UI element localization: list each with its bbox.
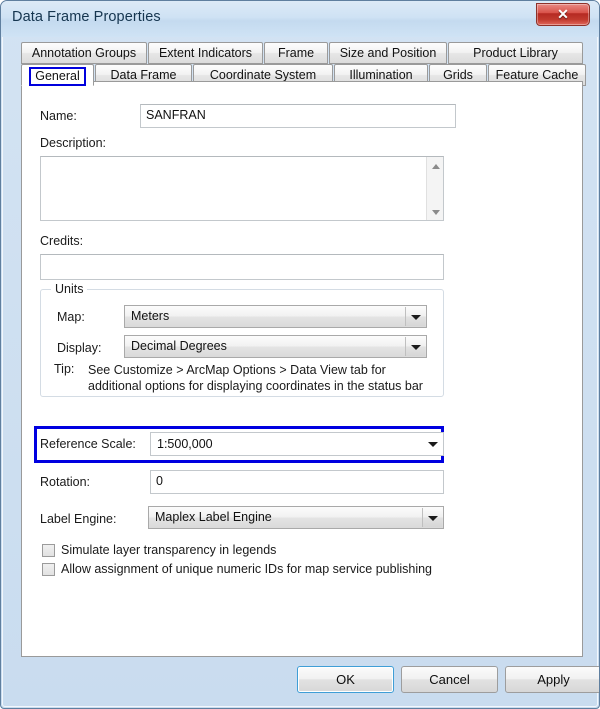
rotation-input[interactable]: 0 [150, 470, 444, 494]
rotation-label: Rotation: [40, 475, 91, 489]
cancel-button[interactable]: Cancel [401, 666, 498, 693]
label-engine-label: Label Engine: [40, 512, 117, 526]
tip-label: Tip: [54, 362, 75, 376]
units-group-label: Units [51, 282, 88, 296]
tab-general[interactable]: General [21, 64, 94, 86]
description-textarea[interactable] [40, 156, 444, 221]
window-title: Data Frame Properties [12, 9, 161, 25]
name-input[interactable]: SANFRAN [140, 104, 456, 128]
simulate-transparency-label: Simulate layer transparency in legends [61, 543, 277, 557]
tab-product-library[interactable]: Product Library [448, 42, 583, 64]
close-icon: ✕ [557, 6, 569, 22]
tab-label: Size and Position [339, 46, 437, 60]
name-label: Name: [40, 109, 77, 123]
tab-label: Annotation Groups [31, 46, 137, 60]
map-units-value: Meters [131, 309, 170, 323]
chevron-down-icon[interactable] [423, 434, 442, 454]
map-units-label: Map: [57, 310, 85, 324]
display-units-value: Decimal Degrees [131, 339, 227, 353]
unique-ids-label: Allow assignment of unique numeric IDs f… [61, 562, 433, 576]
label-engine-value: Maplex Label Engine [155, 510, 272, 524]
display-units-label: Display: [57, 341, 102, 355]
map-units-dropdown[interactable]: Meters [124, 305, 427, 328]
tip-text: See Customize > ArcMap Options > Data Vi… [88, 363, 423, 393]
dialog-footer: OK Cancel Apply [9, 657, 599, 702]
dialog-body: Annotation Groups Extent Indicators Frame S… [9, 37, 599, 702]
reference-scale-combo[interactable]: 1:500,000 [150, 432, 444, 456]
apply-button[interactable]: Apply [505, 666, 599, 693]
reference-scale-label: Reference Scale: [40, 437, 136, 451]
chevron-down-icon[interactable] [405, 337, 425, 356]
chevron-down-icon[interactable] [422, 508, 442, 527]
chevron-down-icon[interactable] [405, 307, 425, 326]
tab-label: General [29, 67, 86, 86]
title-bar[interactable]: Data Frame Properties ✕ [1, 1, 599, 37]
scroll-down-icon[interactable] [427, 203, 444, 220]
unique-ids-checkbox[interactable] [42, 563, 55, 576]
tab-row-upper: Annotation Groups Extent Indicators Frame S… [21, 42, 584, 64]
tab-annotation-groups[interactable]: Annotation Groups [21, 42, 147, 64]
credits-label: Credits: [40, 234, 84, 248]
scroll-up-icon[interactable] [427, 157, 444, 174]
general-tab-panel: Name: SANFRAN Description: Credits: Unit… [21, 81, 583, 657]
credits-input[interactable] [40, 254, 444, 280]
ok-button[interactable]: OK [297, 666, 394, 693]
simulate-transparency-checkbox[interactable] [42, 544, 55, 557]
data-frame-properties-dialog: Data Frame Properties ✕ Annotation Group… [0, 0, 600, 709]
tab-extent-indicators[interactable]: Extent Indicators [148, 42, 263, 64]
display-units-dropdown[interactable]: Decimal Degrees [124, 335, 427, 358]
tab-label: Extent Indicators [158, 46, 253, 60]
description-label: Description: [40, 136, 106, 150]
reference-scale-value: 1:500,000 [157, 437, 213, 451]
tab-label: Product Library [473, 46, 558, 60]
label-engine-dropdown[interactable]: Maplex Label Engine [148, 506, 444, 529]
tab-frame[interactable]: Frame [264, 42, 328, 64]
tab-label: Frame [277, 46, 315, 60]
tab-size-and-position[interactable]: Size and Position [329, 42, 447, 64]
description-scrollbar[interactable] [426, 157, 443, 220]
close-button[interactable]: ✕ [536, 3, 590, 26]
